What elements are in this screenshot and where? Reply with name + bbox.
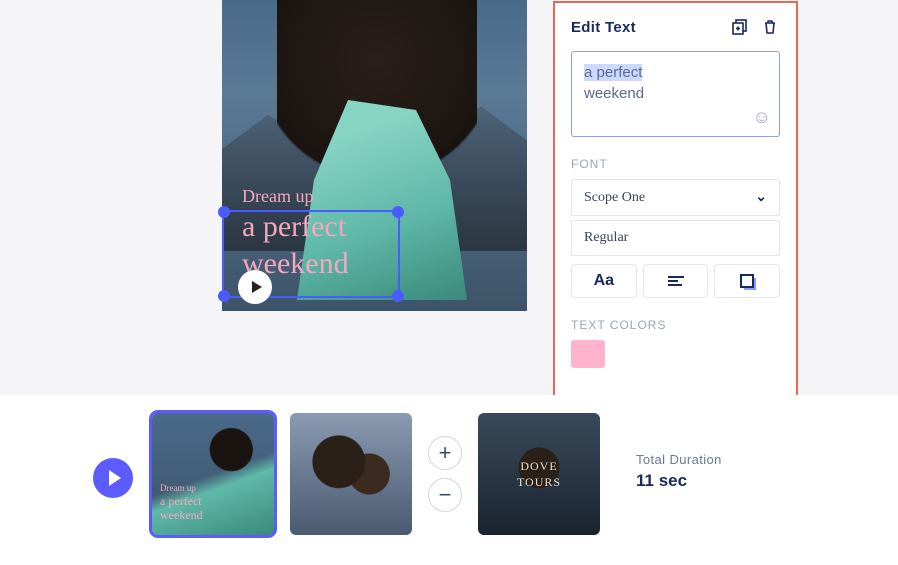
chevron-down-icon: ⌄ [755,189,767,206]
slide-thumb-3-text: DOVE TOURS [478,459,600,490]
trash-icon [762,19,778,35]
duration-label: Total Duration [636,452,722,467]
font-weight-select[interactable]: Regular [571,220,780,256]
edit-text-panel: Edit Text a perfect weekend ☺ FONT Scope… [553,1,798,403]
add-slide-button[interactable]: + [428,436,462,470]
duration-value: 11 sec [636,471,722,491]
remove-slide-button[interactable]: − [428,478,462,512]
color-swatch[interactable] [571,340,605,368]
slide-thumb-2[interactable] [290,413,412,535]
duplicate-icon [732,19,748,35]
timeline-play-button[interactable] [93,458,133,498]
slide-thumb-1[interactable]: Dream up a perfect weekend [152,413,274,535]
text-case-button[interactable]: Aa [571,264,637,298]
text-background-button[interactable] [714,264,780,298]
text-input-line2: weekend [584,83,767,104]
text-input-line1: a perfect [584,64,642,81]
font-family-value: Scope One [584,190,645,206]
canvas-text-line1: Dream up [242,185,349,208]
resize-handle-bl[interactable] [218,290,230,302]
font-weight-value: Regular [584,230,628,246]
resize-handle-br[interactable] [392,290,404,302]
box-shadow-icon [740,274,754,288]
font-section-label: FONT [571,157,780,171]
delete-button[interactable] [760,17,780,37]
colors-section-label: TEXT COLORS [571,318,780,332]
panel-header: Edit Text [571,17,780,37]
total-duration: Total Duration 11 sec [636,452,722,491]
play-icon [109,470,121,486]
slide-thumb-1-text: Dream up a perfect weekend [160,483,203,523]
align-left-icon [668,276,684,286]
canvas-play-button[interactable] [238,270,272,304]
slide-thumb-3[interactable]: DOVE TOURS [478,413,600,535]
resize-handle-tr[interactable] [392,206,404,218]
emoji-picker-button[interactable]: ☺ [753,105,771,130]
font-family-select[interactable]: Scope One ⌄ [571,179,780,216]
text-content-input[interactable]: a perfect weekend ☺ [571,51,780,137]
play-icon [252,281,262,293]
resize-handle-tl[interactable] [218,206,230,218]
text-case-label: Aa [594,272,614,290]
duplicate-button[interactable] [730,17,750,37]
timeline-thumbnails: Dream up a perfect weekend + − DOVE TOUR… [152,413,600,535]
text-align-button[interactable] [643,264,709,298]
panel-title: Edit Text [571,19,636,36]
slide-add-remove: + − [428,436,462,512]
